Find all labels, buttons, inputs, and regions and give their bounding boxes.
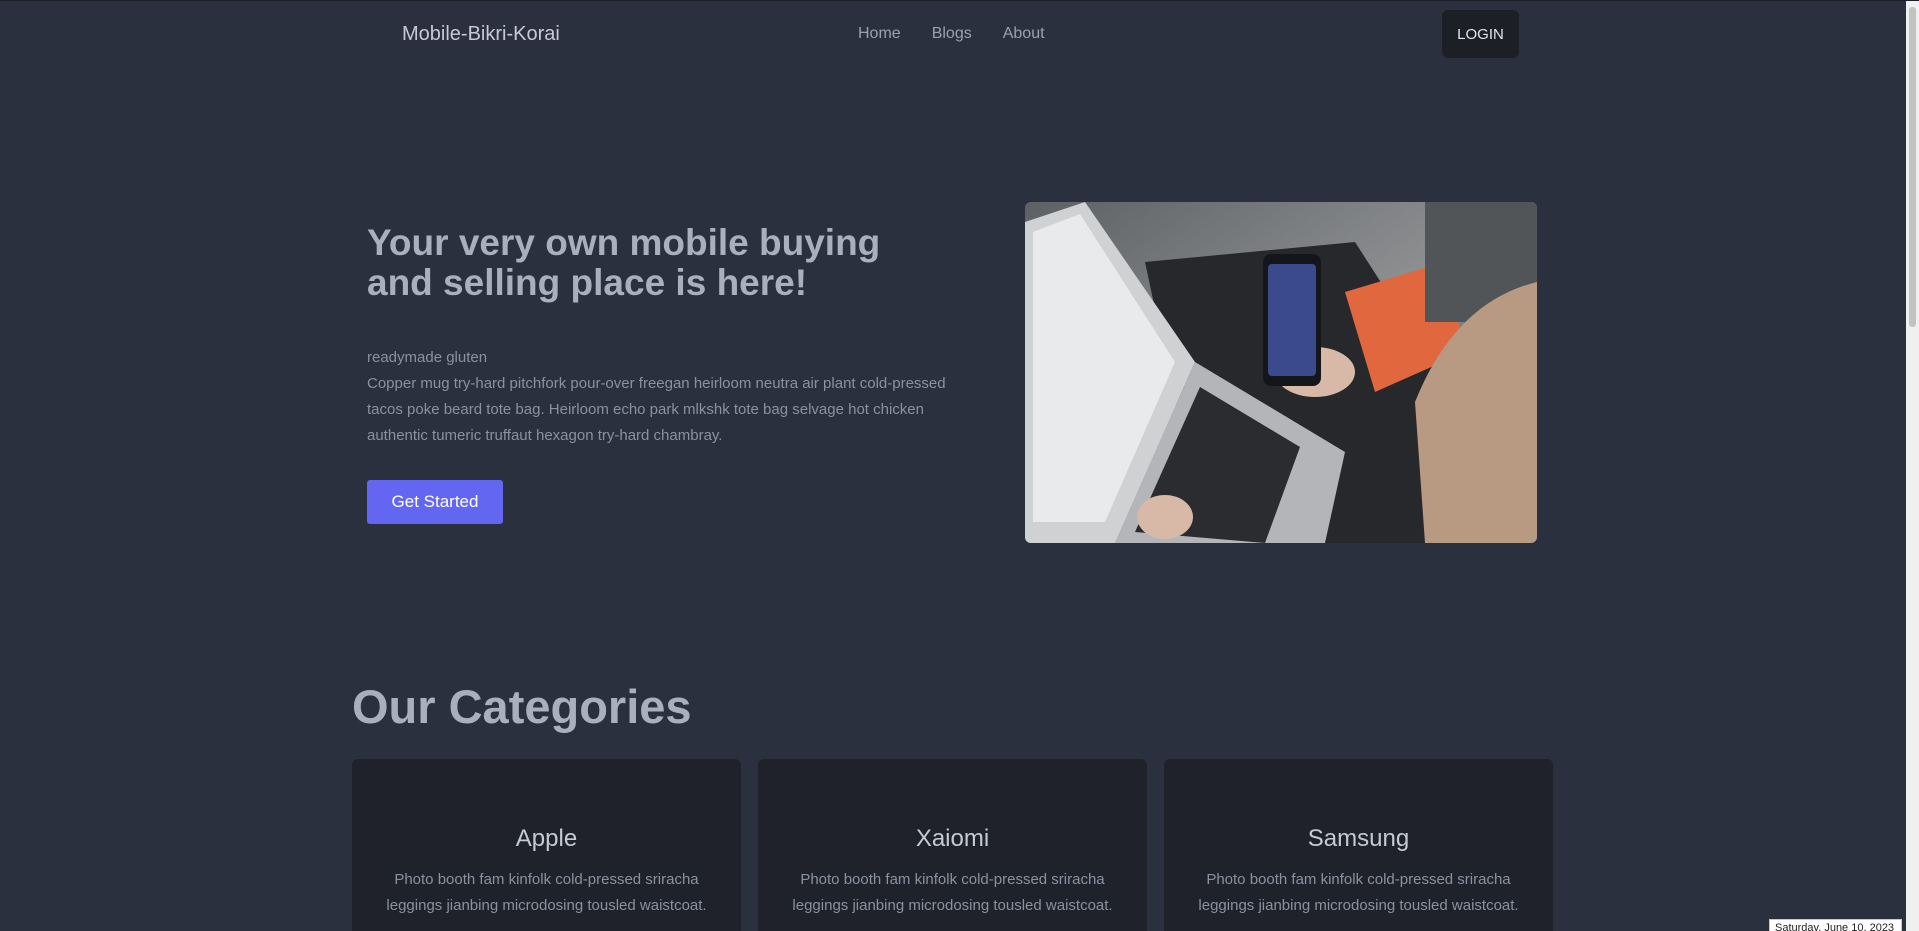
taskbar-date: Saturday, June 10, 2023 [1769,919,1902,931]
hero-subtitle: readymade gluten [367,349,488,366]
nav-blogs-link[interactable]: Blogs [932,25,972,43]
hero-image [1025,202,1537,543]
category-description: Photo booth fam kinfolk cold-pressed sri… [792,871,1113,914]
hero-paragraph: Copper mug try-hard pitchfork pour-over … [367,375,946,444]
category-description: Photo booth fam kinfolk cold-pressed sri… [386,871,707,914]
category-card-apple[interactable]: Apple Photo booth fam kinfolk cold-press… [352,759,741,931]
hero-description: readymade gluten Copper mug try-hard pit… [367,345,947,449]
nav-about-link[interactable]: About [1003,25,1045,43]
category-title: Samsung [1307,825,1410,852]
hero-title: Your very own mobile buying and selling … [367,222,881,303]
main-nav: Home Blogs About [858,25,1045,43]
laptop-phone-photo [1025,202,1537,543]
category-cards: Apple Photo booth fam kinfolk cold-press… [352,759,1553,931]
category-title: Xaiomi [915,825,990,852]
category-card-xaiomi[interactable]: Xaiomi Photo booth fam kinfolk cold-pres… [758,759,1147,931]
site-header: Mobile-Bikri-Korai Home Blogs About LOGI… [0,1,1906,67]
login-button[interactable]: LOGIN [1442,10,1519,58]
brand-logo[interactable]: Mobile-Bikri-Korai [402,23,560,46]
nav-home-link[interactable]: Home [858,25,901,43]
category-description: Photo booth fam kinfolk cold-pressed sri… [1198,871,1519,914]
page-scrollbar[interactable] [1906,1,1919,931]
get-started-button[interactable]: Get Started [367,480,503,524]
category-card-samsung[interactable]: Samsung Photo booth fam kinfolk cold-pre… [1164,759,1553,931]
category-title: Apple [515,825,578,852]
scrollbar-thumb[interactable] [1909,7,1916,327]
categories-heading: Our Categories [352,680,692,733]
